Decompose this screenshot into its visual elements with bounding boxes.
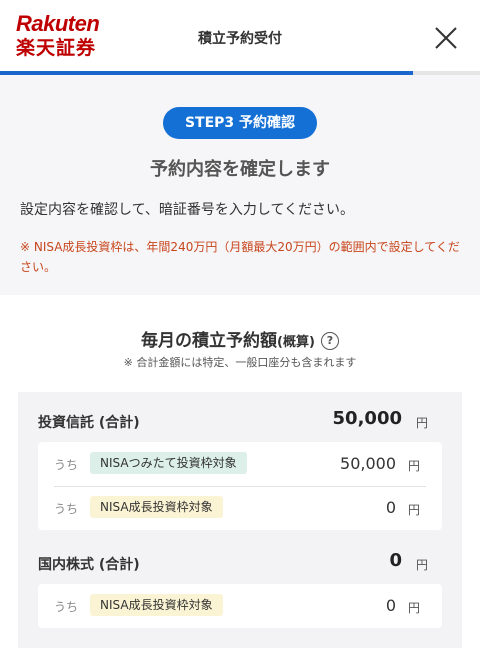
section-card-domestic-stocks: うち NISA成長投資枠対象 0 円 bbox=[38, 584, 442, 628]
instruction-text: 設定内容を確認して、暗証番号を入力してください。 bbox=[20, 202, 355, 218]
section-header-mutual-funds: 投資信託 (合計) 50,000 円 bbox=[38, 408, 428, 436]
nisa-limit-note: ※ NISA成長投資枠は、年間240万円（月額最大20万円）の範囲内で設定してく… bbox=[20, 240, 460, 274]
confirm-heading: 予約内容を確定します bbox=[150, 159, 330, 180]
step-badge: STEP3 予約確認 bbox=[163, 107, 317, 139]
summary-heading: 毎月の積立予約額(概算)? bbox=[0, 326, 480, 351]
close-icon bbox=[435, 27, 457, 49]
section-unit: 円 bbox=[415, 416, 428, 430]
section-unit: 円 bbox=[415, 558, 428, 572]
tag-nisa-growth: NISA成長投資枠対象 bbox=[90, 496, 223, 518]
row-amount: 0 bbox=[385, 498, 396, 517]
monthly-amount-table: 投資信託 (合計) 50,000 円 うち NISAつみたて投資枠対象 50,0… bbox=[18, 392, 462, 648]
section-amount: 50,000 bbox=[332, 408, 402, 429]
section-card-mutual-funds: うち NISAつみたて投資枠対象 50,000 円 うち NISA成長投資枠対象… bbox=[38, 442, 442, 530]
tag-nisa-growth: NISA成長投資枠対象 bbox=[90, 594, 223, 616]
row-prefix: うち bbox=[54, 458, 79, 472]
section-amount: 0 bbox=[389, 550, 402, 571]
page-title: 積立予約受付 bbox=[198, 31, 282, 47]
row-unit: 円 bbox=[407, 601, 420, 615]
close-button[interactable] bbox=[432, 24, 460, 52]
tag-nisa-tsumitate: NISAつみたて投資枠対象 bbox=[90, 452, 247, 474]
app-header: Rakuten 楽天証券 積立予約受付 bbox=[0, 0, 480, 75]
row-prefix: うち bbox=[54, 600, 79, 614]
help-icon[interactable]: ? bbox=[320, 332, 339, 350]
section-header-domestic-stocks: 国内株式 (合計) 0 円 bbox=[38, 550, 428, 578]
summary-title-text: 毎月の積立予約額 bbox=[141, 331, 278, 351]
section-label: 投資信託 (合計) bbox=[38, 415, 140, 431]
row-unit: 円 bbox=[407, 459, 420, 473]
summary-note: ※ 合計金額には特定、一般口座分も含まれます bbox=[123, 356, 357, 369]
row-unit: 円 bbox=[407, 503, 420, 517]
row-prefix: うち bbox=[54, 502, 79, 516]
row-amount: 0 bbox=[385, 596, 396, 615]
list-item: うち NISAつみたて投資枠対象 50,000 円 bbox=[38, 442, 442, 486]
section-label: 国内株式 (合計) bbox=[38, 557, 140, 573]
confirm-section: STEP3 予約確認 予約内容を確定します 設定内容を確認して、暗証番号を入力し… bbox=[0, 75, 480, 295]
list-item: うち NISA成長投資枠対象 0 円 bbox=[38, 584, 442, 628]
summary-title-suffix: (概算) bbox=[277, 335, 315, 350]
list-item: うち NISA成長投資枠対象 0 円 bbox=[38, 486, 442, 530]
row-amount: 50,000 bbox=[340, 454, 396, 473]
